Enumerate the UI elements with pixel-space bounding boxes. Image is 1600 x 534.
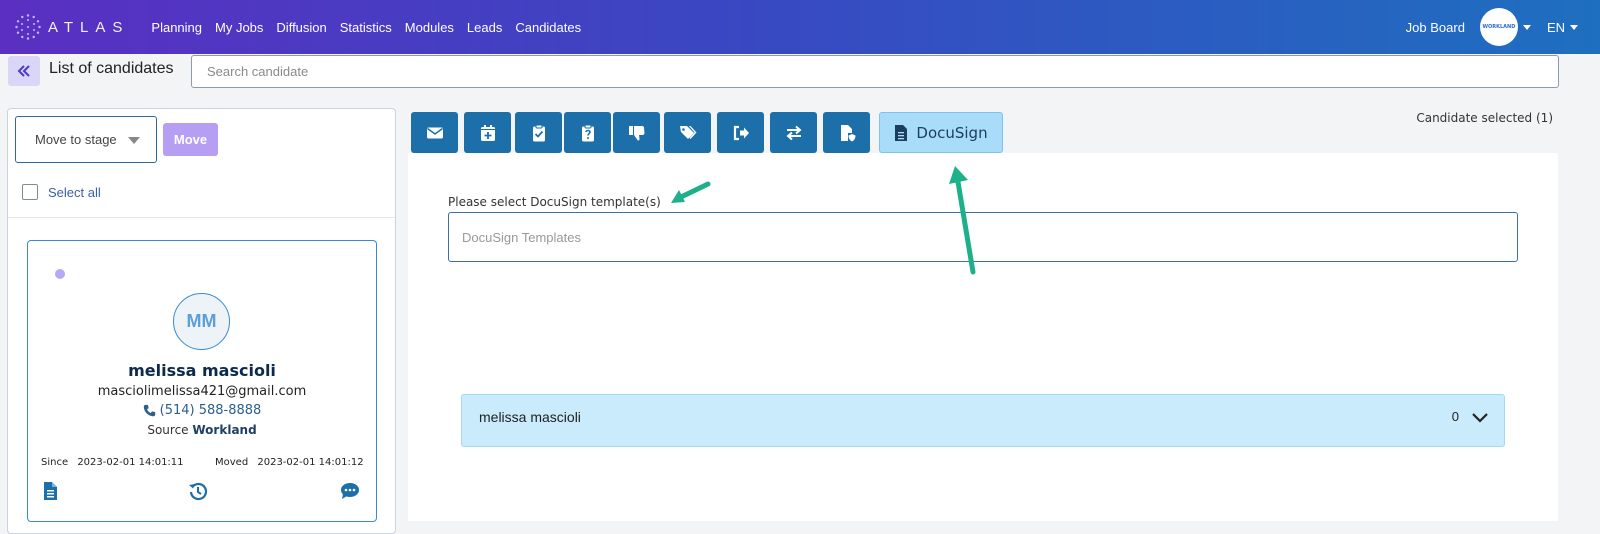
main-nav: Planning My Jobs Diffusion Statistics Mo… bbox=[151, 20, 594, 35]
candidate-email: masciolimelissa421@gmail.com bbox=[97, 384, 307, 399]
nav-item-leads[interactable]: Leads bbox=[467, 20, 502, 35]
nav-item-candidates[interactable]: Candidates bbox=[515, 20, 581, 35]
candidate-name: melissa mascioli bbox=[128, 361, 276, 380]
move-to-stage-select[interactable]: Move to stage bbox=[15, 116, 157, 163]
moved-label: Moved bbox=[215, 457, 249, 468]
nav-item-diffusion[interactable]: Diffusion bbox=[276, 20, 326, 35]
company-avatar[interactable]: WORKLAND bbox=[1479, 8, 1518, 46]
accordion-candidate-name: melissa mascioli bbox=[479, 409, 581, 425]
thumbs-down-icon bbox=[628, 125, 644, 141]
search-candidate-input[interactable] bbox=[191, 55, 1559, 88]
page-title: List of candidates bbox=[49, 60, 174, 77]
comment-icon bbox=[341, 483, 359, 499]
docusign-button[interactable]: DocuSign bbox=[879, 112, 1003, 153]
file-shield-icon bbox=[840, 124, 855, 141]
assessment-button[interactable] bbox=[515, 112, 562, 153]
moved-row: Moved 2023-02-01 14:01:12 bbox=[215, 457, 364, 468]
status-dot bbox=[55, 269, 65, 279]
nav-item-statistics[interactable]: Statistics bbox=[340, 20, 392, 35]
language-caret-down-icon[interactable] bbox=[1570, 24, 1578, 30]
sign-out-icon bbox=[733, 125, 749, 140]
docusign-template-label: Please select DocuSign template(s) bbox=[448, 195, 661, 209]
clipboard-question-icon bbox=[581, 124, 594, 141]
export-button[interactable] bbox=[717, 112, 764, 153]
candidate-selected-count: Candidate selected (1) bbox=[1416, 111, 1553, 125]
language-selector[interactable]: EN bbox=[1547, 20, 1565, 35]
company-avatar-text: WORKLAND bbox=[1482, 24, 1516, 30]
candidate-selected-number: (1) bbox=[1536, 111, 1553, 125]
calendar-add-icon bbox=[480, 124, 495, 141]
questionnaire-button[interactable] bbox=[564, 112, 611, 153]
atlas-logo-icon bbox=[15, 14, 41, 40]
select-all-label: Select all bbox=[48, 184, 101, 200]
candidate-phone[interactable]: (514) 588-8888 bbox=[28, 403, 376, 418]
chevron-down-icon[interactable] bbox=[1471, 409, 1489, 427]
atlas-logo[interactable]: ATLAS bbox=[14, 13, 129, 41]
top-right-controls: Job Board WORKLAND EN bbox=[1406, 0, 1578, 54]
card-actions bbox=[40, 481, 364, 505]
since-row: Since 2023-02-01 14:01:11 bbox=[41, 457, 184, 468]
divider bbox=[8, 217, 395, 218]
job-board-link[interactable]: Job Board bbox=[1406, 20, 1465, 35]
move-button[interactable]: Move bbox=[163, 123, 218, 156]
candidate-avatar: MM bbox=[173, 293, 230, 350]
accordion-count: 0 bbox=[1451, 409, 1459, 424]
comments-button[interactable] bbox=[340, 481, 360, 505]
top-navbar: ATLAS Planning My Jobs Diffusion Statist… bbox=[0, 0, 1600, 54]
exchange-icon bbox=[785, 125, 802, 140]
double-chevron-left-icon bbox=[17, 65, 30, 77]
docusign-template-select[interactable] bbox=[448, 212, 1518, 262]
nav-item-my-jobs[interactable]: My Jobs bbox=[215, 20, 263, 35]
logo-text: ATLAS bbox=[48, 18, 130, 36]
schedule-button[interactable] bbox=[464, 112, 511, 153]
chevron-down-icon bbox=[128, 137, 140, 144]
clipboard-check-icon bbox=[532, 124, 545, 141]
candidate-source: Source Workland bbox=[28, 423, 376, 437]
moved-value: 2023-02-01 14:01:12 bbox=[257, 457, 364, 468]
phone-icon bbox=[143, 404, 155, 417]
history-icon bbox=[189, 482, 208, 501]
select-all-checkbox[interactable] bbox=[22, 184, 38, 200]
file-text-icon bbox=[895, 124, 908, 141]
source-label: Source bbox=[147, 423, 189, 437]
candidate-accordion[interactable]: melissa mascioli 0 bbox=[461, 394, 1505, 447]
tags-icon bbox=[679, 125, 696, 139]
move-to-stage-label: Move to stage bbox=[35, 132, 117, 147]
candidate-card[interactable]: MM melissa mascioli masciolimelissa421@g… bbox=[27, 240, 377, 522]
tags-button[interactable] bbox=[664, 112, 711, 153]
document-security-button[interactable] bbox=[823, 112, 870, 153]
resume-button[interactable] bbox=[40, 481, 60, 505]
collapse-sidebar-button[interactable] bbox=[8, 56, 40, 86]
source-value: Workland bbox=[192, 423, 257, 437]
avatar-caret-down-icon[interactable] bbox=[1522, 24, 1531, 30]
select-all-control[interactable]: Select all bbox=[22, 184, 101, 200]
reject-button[interactable] bbox=[613, 112, 660, 153]
since-value: 2023-02-01 14:01:11 bbox=[77, 457, 184, 468]
candidate-selected-label: Candidate selected bbox=[1416, 111, 1533, 125]
nav-item-modules[interactable]: Modules bbox=[405, 20, 454, 35]
candidate-phone-number: (514) 588-8888 bbox=[159, 403, 262, 418]
history-button[interactable] bbox=[188, 481, 208, 505]
transfer-button[interactable] bbox=[770, 112, 817, 153]
nav-item-planning[interactable]: Planning bbox=[151, 20, 202, 35]
email-icon bbox=[426, 127, 443, 138]
since-label: Since bbox=[41, 457, 69, 468]
file-text-icon bbox=[44, 482, 57, 500]
email-button[interactable] bbox=[411, 112, 458, 153]
docusign-button-label: DocuSign bbox=[916, 123, 988, 142]
candidate-list-panel: Move to stage Move Select all MM melissa… bbox=[7, 108, 396, 534]
